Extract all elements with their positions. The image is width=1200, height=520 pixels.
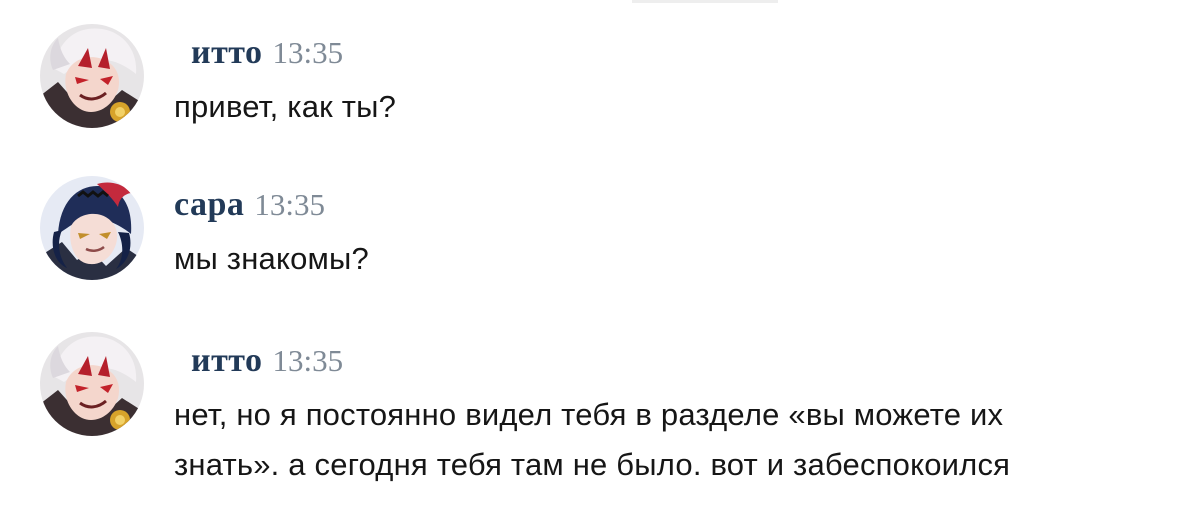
message-text: мы знакомы? (174, 234, 1154, 284)
itto-avatar-icon (40, 24, 144, 128)
message-time[interactable]: 13:35 (273, 35, 344, 71)
author-name[interactable]: итто (191, 34, 263, 72)
avatar[interactable] (40, 176, 144, 280)
itto-avatar-icon (40, 332, 144, 436)
message-time[interactable]: 13:35 (254, 187, 325, 223)
top-divider (632, 0, 778, 3)
message-header: итто 13:35 (191, 34, 343, 72)
message-line: привет, как ты? (174, 89, 397, 124)
message-item: итто 13:35 привет, как ты? (0, 24, 1200, 144)
message-header: итто 13:35 (191, 342, 343, 380)
message-item: итто 13:35 нет, но я постоянно видел теб… (0, 332, 1200, 502)
author-name[interactable]: сара (174, 186, 244, 224)
message-time[interactable]: 13:35 (273, 343, 344, 379)
message-text: нет, но я постоянно видел тебя в разделе… (174, 390, 1154, 490)
avatar[interactable] (40, 332, 144, 436)
message-item: сара 13:35 мы знакомы? (0, 176, 1200, 296)
message-header: сара 13:35 (174, 186, 325, 224)
message-line: нет, но я постоянно видел тебя в разделе… (174, 397, 1004, 432)
author-name[interactable]: итто (191, 342, 263, 380)
sara-avatar-icon (40, 176, 144, 280)
message-text: привет, как ты? (174, 82, 1154, 132)
message-line: мы знакомы? (174, 241, 369, 276)
message-line: знать». а сегодня тебя там не было. вот … (174, 447, 1011, 482)
avatar[interactable] (40, 24, 144, 128)
